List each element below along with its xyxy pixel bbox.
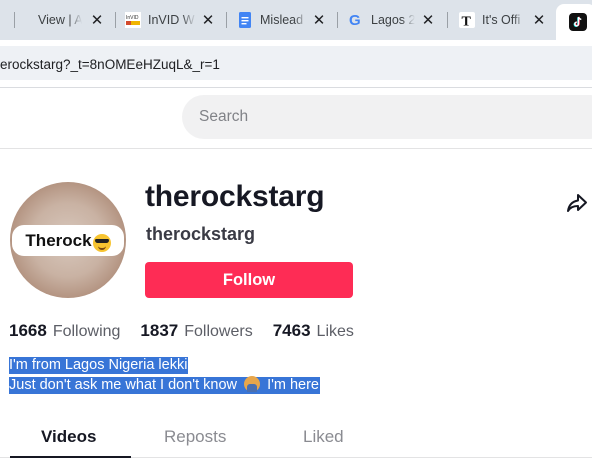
bio-line: Just don't ask me what I don't know I'm …	[9, 375, 320, 395]
browser-tab-strip: View | A ✕ InVID InVID W ✕ Mislead ✕ G L…	[0, 0, 592, 40]
avatar-text: Therock	[25, 230, 92, 250]
browser-tab-mislead[interactable]: Mislead ✕	[237, 6, 328, 34]
header-divider	[0, 148, 592, 149]
bio-line-2: Just don't ask me what I don't know I'm …	[9, 376, 320, 394]
bio-line-2-end: I'm here	[267, 377, 319, 393]
bio-line: I'm from Lagos Nigeria lekki	[9, 355, 320, 375]
follow-button[interactable]: Follow	[145, 262, 353, 298]
avatar[interactable]: Therock	[10, 182, 126, 298]
bio-line-1: I'm from Lagos Nigeria lekki	[9, 357, 189, 374]
likes-stat: 7463 Likes	[273, 321, 354, 341]
tab-liked[interactable]: Liked	[303, 427, 344, 447]
following-stat[interactable]: 1668 Following	[9, 321, 120, 341]
browser-tab-tiktok-active[interactable]	[556, 4, 592, 40]
close-icon[interactable]: ✕	[530, 6, 548, 34]
url-text[interactable]: erockstarg?_t=8nOMEeHZuqL&_r=1	[0, 57, 220, 72]
svg-text:G: G	[349, 12, 361, 28]
search-input[interactable]: Search	[182, 95, 592, 139]
browser-tab-invid[interactable]: InVID InVID W ✕	[125, 6, 217, 34]
browser-tab-view[interactable]: View | A ✕	[38, 6, 106, 34]
browser-tab-lagos[interactable]: G Lagos 2 ✕	[348, 6, 437, 34]
telegraph-icon: T	[459, 12, 475, 28]
avatar-caption: Therock	[12, 225, 124, 256]
followers-count: 1837	[140, 321, 179, 340]
tab-separator	[14, 12, 15, 28]
close-icon[interactable]: ✕	[419, 6, 437, 34]
tab-label: InVID W	[148, 13, 195, 27]
close-icon[interactable]: ✕	[310, 6, 328, 34]
svg-text:InVID: InVID	[126, 15, 139, 21]
svg-text:T: T	[462, 15, 472, 29]
profile-stats: 1668 Following 1837 Followers 7463 Likes	[9, 321, 374, 343]
tab-reposts[interactable]: Reposts	[164, 427, 226, 447]
tab-separator	[115, 12, 116, 28]
tab-separator	[337, 12, 338, 28]
close-icon[interactable]: ✕	[199, 6, 217, 34]
tiktok-icon	[569, 13, 587, 31]
close-icon[interactable]: ✕	[88, 6, 106, 34]
invid-icon: InVID	[125, 12, 141, 28]
profile-username: therockstarg	[145, 180, 325, 213]
share-icon[interactable]	[565, 191, 589, 215]
profile-tabs: Videos Reposts Liked	[0, 418, 592, 458]
likes-label: Likes	[316, 323, 354, 340]
person-emoji-icon	[244, 376, 261, 392]
following-label: Following	[52, 323, 121, 340]
bio-line-2-start: Just don't ask me what I don't know	[9, 377, 237, 393]
browser-tab-its-official[interactable]: T It's Offi ✕	[459, 6, 548, 34]
followers-stat[interactable]: 1837 Followers	[140, 321, 252, 341]
tab-separator	[447, 12, 448, 28]
profile-bio: I'm from Lagos Nigeria lekki Just don't …	[9, 355, 320, 395]
google-icon: G	[348, 12, 364, 28]
likes-count: 7463	[272, 321, 311, 340]
following-count: 1668	[9, 321, 47, 340]
docs-icon	[237, 12, 253, 28]
search-placeholder: Search	[199, 108, 249, 125]
followers-label: Followers	[184, 323, 253, 340]
tab-label: It's Offi	[482, 13, 521, 27]
tab-videos[interactable]: Videos	[41, 427, 96, 447]
profile-nickname: therockstarg	[146, 224, 256, 244]
tab-separator	[226, 12, 227, 28]
tab-label: Mislead	[260, 13, 304, 27]
tab-label: View | A	[38, 13, 82, 27]
tab-label: Lagos 2	[371, 13, 415, 27]
sunglasses-emoji-icon	[92, 233, 111, 252]
